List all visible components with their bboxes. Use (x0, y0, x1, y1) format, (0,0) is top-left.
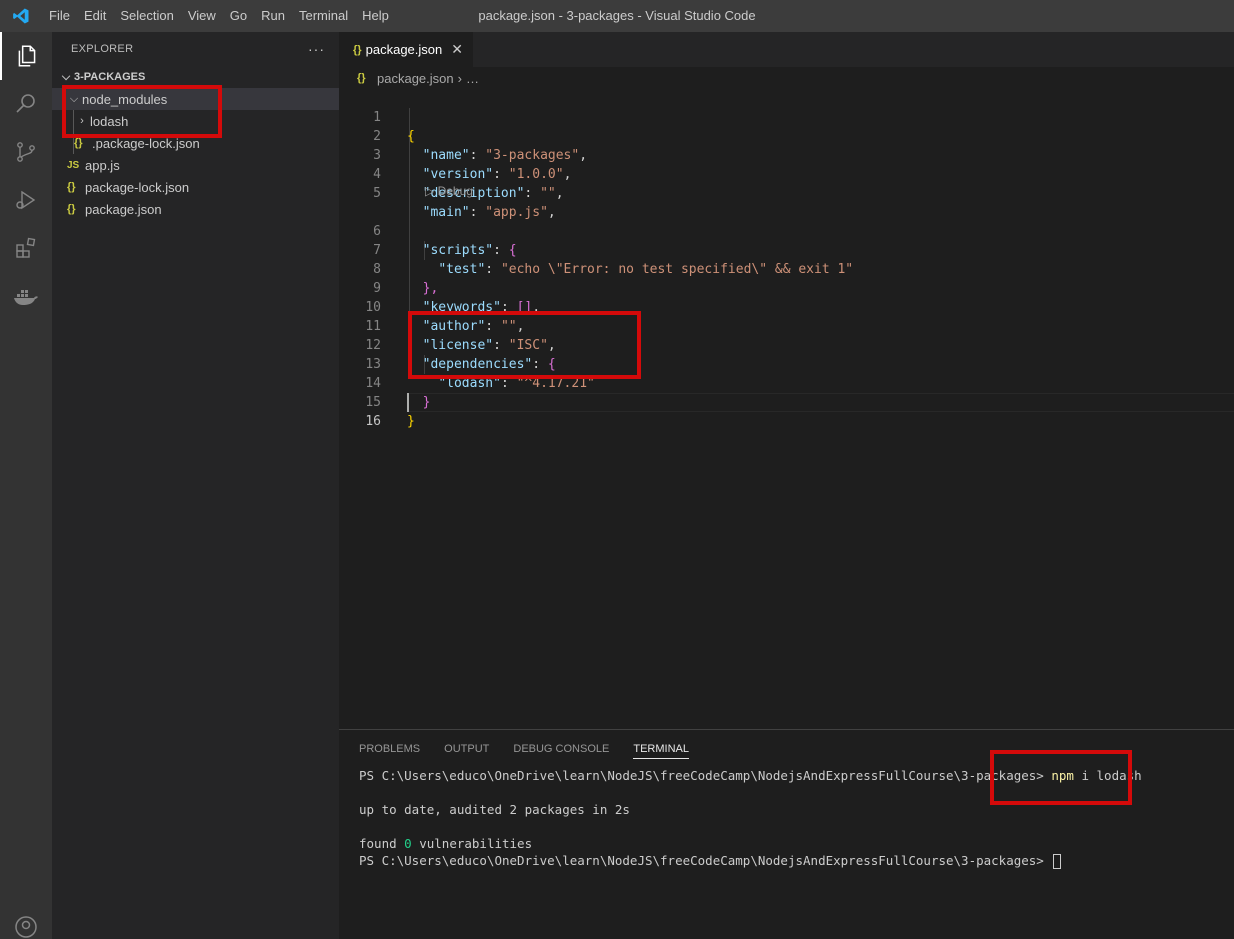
code-line: 4 "description": "", (373, 167, 564, 201)
json-file-icon: {} (74, 137, 83, 149)
tree-item-app-js[interactable]: JS app.js (52, 154, 339, 176)
highlight-box-npm-command (990, 750, 1132, 805)
menu-go[interactable]: Go (223, 0, 254, 32)
tab-problems[interactable]: PROBLEMS (359, 730, 420, 766)
menu-help[interactable]: Help (355, 0, 396, 32)
editor-group: {} package.json ✕ {} package.json › … 1 … (339, 32, 1234, 729)
text-cursor (407, 393, 409, 412)
explorer-title: EXPLORER (71, 43, 134, 55)
json-file-icon: {} (67, 181, 76, 193)
menu-terminal[interactable]: Terminal (292, 0, 355, 32)
tree-item-label: package.json (85, 201, 162, 217)
chevron-down-icon: ⌵ (61, 70, 71, 83)
activity-bar (0, 32, 52, 939)
code-line: 8 }, (373, 262, 439, 296)
breadcrumb-symbol[interactable]: … (466, 71, 479, 86)
highlight-box-dependencies (408, 311, 641, 379)
source-control-icon[interactable] (0, 128, 52, 176)
code-line: 3 "version": "1.0.0", (373, 148, 572, 182)
tab-debug-console[interactable]: DEBUG CONSOLE (513, 730, 609, 766)
menu-edit[interactable]: Edit (77, 0, 113, 32)
menu-file[interactable]: File (42, 0, 77, 32)
explorer-header: EXPLORER ··· (52, 32, 339, 66)
code-line: 9 "keywords": [], (373, 281, 541, 315)
tree-item-label: package-lock.json (85, 179, 190, 195)
code-line: 1 { (373, 110, 415, 144)
editor-tabs: {} package.json ✕ (339, 32, 1234, 67)
code-line: 5 "main": "app.js", (373, 186, 556, 220)
tab-label: package.json (365, 42, 443, 57)
docker-icon[interactable] (0, 272, 52, 320)
tree-item-package-json[interactable]: {} package.json (52, 198, 339, 220)
code-line: 10 "author": "", (365, 300, 525, 334)
breadcrumb: {} package.json › … (339, 67, 1234, 89)
vscode-logo-icon (0, 0, 42, 32)
terminal-line: PS C:\Users\educo\OneDrive\learn\NodeJS\… (359, 852, 1142, 869)
debug-codelens[interactable]: ▷ Debug (425, 184, 473, 198)
close-icon[interactable]: ✕ (451, 41, 463, 58)
menu-run[interactable]: Run (254, 0, 292, 32)
code-line: 6 "scripts": { (373, 224, 517, 258)
tab-output[interactable]: OUTPUT (444, 730, 489, 766)
js-file-icon: JS (67, 159, 80, 171)
json-file-icon: {} (357, 72, 366, 84)
chevron-right-icon: › (457, 70, 462, 86)
more-actions-icon[interactable]: ··· (308, 41, 325, 57)
tab-package-json[interactable]: {} package.json ✕ (339, 32, 473, 67)
run-debug-icon[interactable] (0, 176, 52, 224)
json-file-icon: {} (67, 203, 76, 215)
menu-view[interactable]: View (181, 0, 223, 32)
extensions-icon[interactable] (0, 224, 52, 272)
breadcrumb-file[interactable]: package.json (377, 71, 454, 86)
code-line: 16 (365, 414, 381, 429)
highlight-box-node-modules (62, 85, 222, 138)
account-icon[interactable] (0, 915, 52, 939)
json-file-icon: {} (353, 43, 362, 56)
code-editor[interactable]: 1 { 2 "name": "3-packages", 3 "version":… (339, 89, 1234, 729)
search-icon[interactable] (0, 80, 52, 128)
explorer-icon[interactable] (0, 32, 52, 80)
explorer-sidebar: EXPLORER ··· ⌵ 3-PACKAGES ⌵ node_modules… (52, 32, 339, 939)
tab-terminal[interactable]: TERMINAL (633, 730, 689, 766)
terminal-cursor (1053, 854, 1062, 869)
tree-item-label: app.js (85, 157, 120, 173)
terminal-line: found 0 vulnerabilities (359, 836, 533, 851)
tree-item-package-lock[interactable]: {} package-lock.json (52, 176, 339, 198)
title-bar: File Edit Selection View Go Run Terminal… (0, 0, 1234, 32)
menu-selection[interactable]: Selection (113, 0, 180, 32)
workspace-title: 3-PACKAGES (74, 71, 146, 83)
code-line: 7 "test": "echo \"Error: no test specifi… (373, 243, 854, 277)
code-line: 2 "name": "3-packages", (373, 129, 588, 163)
menu-bar: File Edit Selection View Go Run Terminal… (42, 0, 396, 32)
